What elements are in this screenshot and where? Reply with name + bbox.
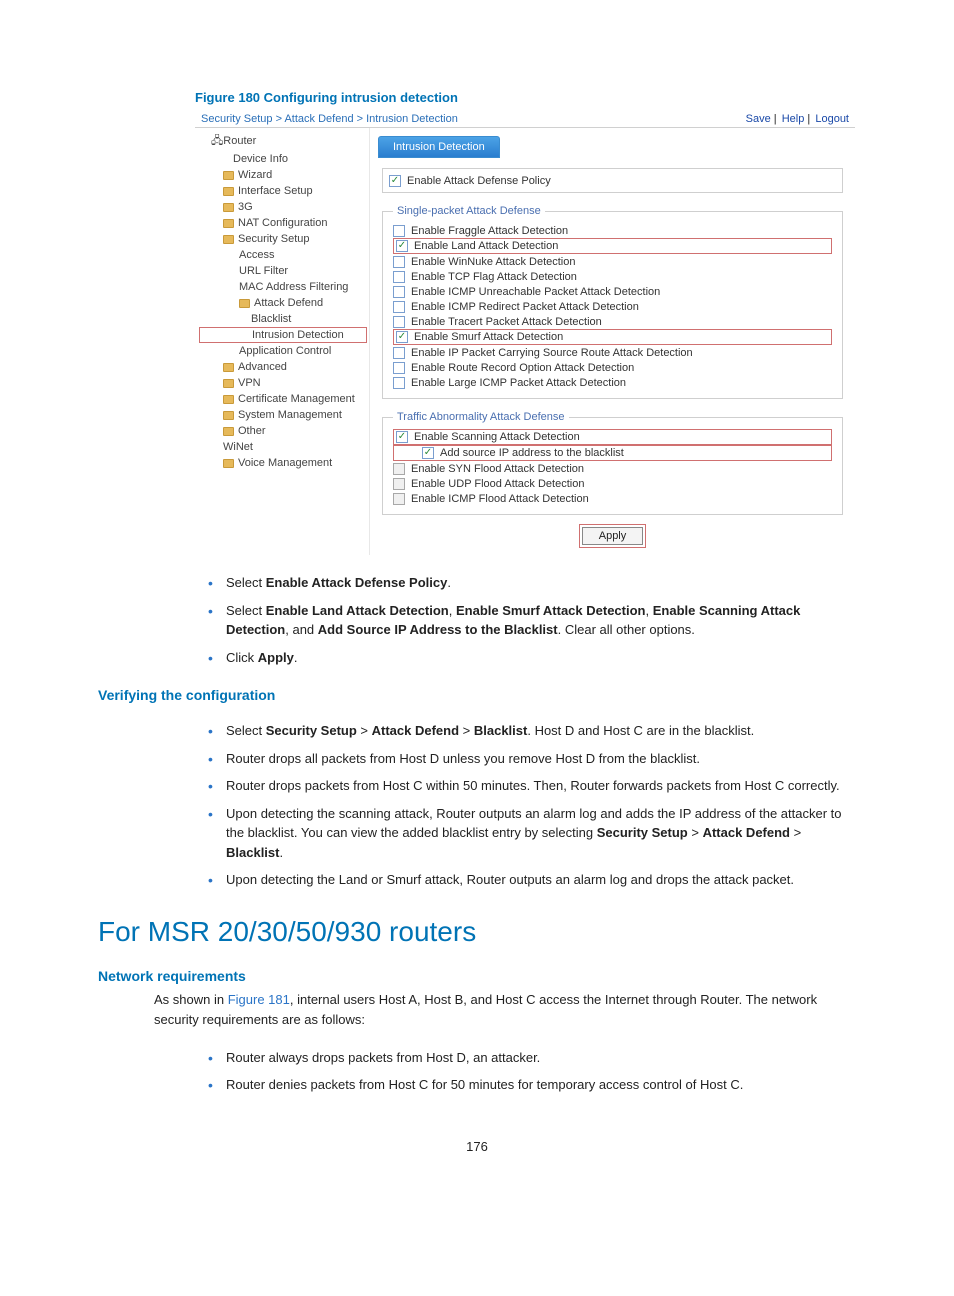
save-link[interactable]: Save xyxy=(746,113,771,125)
nav-nat[interactable]: NAT Configuration xyxy=(199,215,367,231)
list-item: Select Enable Land Attack Detection, Ena… xyxy=(208,601,856,640)
checkbox-syn-flood[interactable] xyxy=(393,463,405,475)
checkbox-scanning[interactable]: ✓ xyxy=(396,431,408,443)
folder-icon xyxy=(223,427,234,436)
list-item: Router denies packets from Host C for 50… xyxy=(208,1075,856,1095)
checkbox-winnuke[interactable] xyxy=(393,256,405,268)
list-item: Upon detecting the Land or Smurf attack,… xyxy=(208,870,856,890)
checkbox-tcpflag[interactable] xyxy=(393,271,405,283)
checkbox-fraggle[interactable] xyxy=(393,225,405,237)
apply-button[interactable]: Apply xyxy=(582,527,644,545)
instruction-list: Select Enable Attack Defense Policy. Sel… xyxy=(98,573,856,667)
nav-security[interactable]: Security Setup xyxy=(199,231,367,247)
checkbox-icmp-flood[interactable] xyxy=(393,493,405,505)
breadcrumb: Security Setup > Attack Defend > Intrusi… xyxy=(201,113,458,125)
single-packet-group: Single-packet Attack Defense Enable Frag… xyxy=(382,205,843,399)
folder-icon xyxy=(223,363,234,372)
nav-3g[interactable]: 3G xyxy=(199,199,367,215)
checkbox-udp-flood[interactable] xyxy=(393,478,405,490)
verify-list: Select Security Setup > Attack Defend > … xyxy=(98,721,856,890)
figure-title: Figure 180 Configuring intrusion detecti… xyxy=(195,90,856,105)
list-item: Click Apply. xyxy=(208,648,856,668)
list-item: Select Security Setup > Attack Defend > … xyxy=(208,721,856,741)
nav-cert[interactable]: Certificate Management xyxy=(199,391,367,407)
nav-interface-setup[interactable]: Interface Setup xyxy=(199,183,367,199)
list-item: Router always drops packets from Host D,… xyxy=(208,1048,856,1068)
tab-intrusion-detection[interactable]: Intrusion Detection xyxy=(378,136,500,158)
checkbox-land[interactable]: ✓ xyxy=(396,240,408,252)
nav-vpn[interactable]: VPN xyxy=(199,375,367,391)
help-link[interactable]: Help xyxy=(782,113,805,125)
folder-icon xyxy=(223,459,234,468)
checkbox-icmp-redirect[interactable] xyxy=(393,301,405,313)
list-item: Select Enable Attack Defense Policy. xyxy=(208,573,856,593)
nav-voice[interactable]: Voice Management xyxy=(199,455,367,471)
checkbox-smurf[interactable]: ✓ xyxy=(396,331,408,343)
verify-heading: Verifying the configuration xyxy=(98,687,856,703)
nav-advanced[interactable]: Advanced xyxy=(199,359,367,375)
nav-sys-mgmt[interactable]: System Management xyxy=(199,407,367,423)
single-packet-legend: Single-packet Attack Defense xyxy=(393,205,545,217)
folder-icon xyxy=(223,379,234,388)
page-number: 176 xyxy=(98,1139,856,1154)
top-links: Save | Help | Logout xyxy=(744,113,849,125)
nav-blacklist[interactable]: Blacklist xyxy=(199,311,367,327)
requirements-list: Router always drops packets from Host D,… xyxy=(98,1048,856,1095)
section-heading: For MSR 20/30/50/930 routers xyxy=(98,916,856,948)
screenshot: Security Setup > Attack Defend > Intrusi… xyxy=(195,111,855,555)
traffic-abnormality-legend: Traffic Abnormality Attack Defense xyxy=(393,411,569,423)
breadcrumb-bar: Security Setup > Attack Defend > Intrusi… xyxy=(195,111,855,128)
checkbox-add-blacklist[interactable]: ✓ xyxy=(422,447,434,459)
folder-icon xyxy=(223,171,234,180)
folder-icon xyxy=(223,235,234,244)
nav-tree: 🖧Router Device Info Wizard Interface Set… xyxy=(195,128,370,555)
list-item: Router drops packets from Host C within … xyxy=(208,776,856,796)
figure-ref[interactable]: Figure 181 xyxy=(228,992,290,1007)
nav-mac-filter[interactable]: MAC Address Filtering xyxy=(199,279,367,295)
folder-icon xyxy=(223,187,234,196)
tab-bar: Intrusion Detection xyxy=(378,136,847,158)
list-item: Upon detecting the scanning attack, Rout… xyxy=(208,804,856,863)
enable-policy-row: ✓ Enable Attack Defense Policy xyxy=(382,168,843,193)
nav-wizard[interactable]: Wizard xyxy=(199,167,367,183)
folder-icon xyxy=(223,203,234,212)
nav-device-info[interactable]: Device Info xyxy=(199,151,367,167)
folder-icon xyxy=(223,219,234,228)
folder-icon xyxy=(223,411,234,420)
nav-root-label: Router xyxy=(223,135,256,147)
logout-link[interactable]: Logout xyxy=(815,113,849,125)
checkbox-large-icmp[interactable] xyxy=(393,377,405,389)
network-requirements-heading: Network requirements xyxy=(98,968,856,984)
main-panel: Intrusion Detection ✓ Enable Attack Defe… xyxy=(370,128,855,555)
list-item: Router drops all packets from Host D unl… xyxy=(208,749,856,769)
nav-root[interactable]: 🖧Router xyxy=(199,132,367,151)
checkbox-tracert[interactable] xyxy=(393,316,405,328)
checkbox-src-route[interactable] xyxy=(393,347,405,359)
checkbox-route-record[interactable] xyxy=(393,362,405,374)
checkbox-enable-policy[interactable]: ✓ xyxy=(389,175,401,187)
folder-icon xyxy=(223,395,234,404)
enable-policy-label: Enable Attack Defense Policy xyxy=(407,175,551,187)
nav-winet[interactable]: WiNet xyxy=(199,439,367,455)
nav-url-filter[interactable]: URL Filter xyxy=(199,263,367,279)
checkbox-icmp-unreach[interactable] xyxy=(393,286,405,298)
nav-access[interactable]: Access xyxy=(199,247,367,263)
folder-icon xyxy=(239,299,250,308)
nav-attack-defend[interactable]: Attack Defend xyxy=(199,295,367,311)
traffic-abnormality-group: Traffic Abnormality Attack Defense ✓Enab… xyxy=(382,411,843,515)
nav-intrusion-detection[interactable]: Intrusion Detection xyxy=(199,327,367,343)
paragraph: As shown in Figure 181, internal users H… xyxy=(154,990,856,1030)
nav-app-control[interactable]: Application Control xyxy=(199,343,367,359)
nav-other[interactable]: Other xyxy=(199,423,367,439)
